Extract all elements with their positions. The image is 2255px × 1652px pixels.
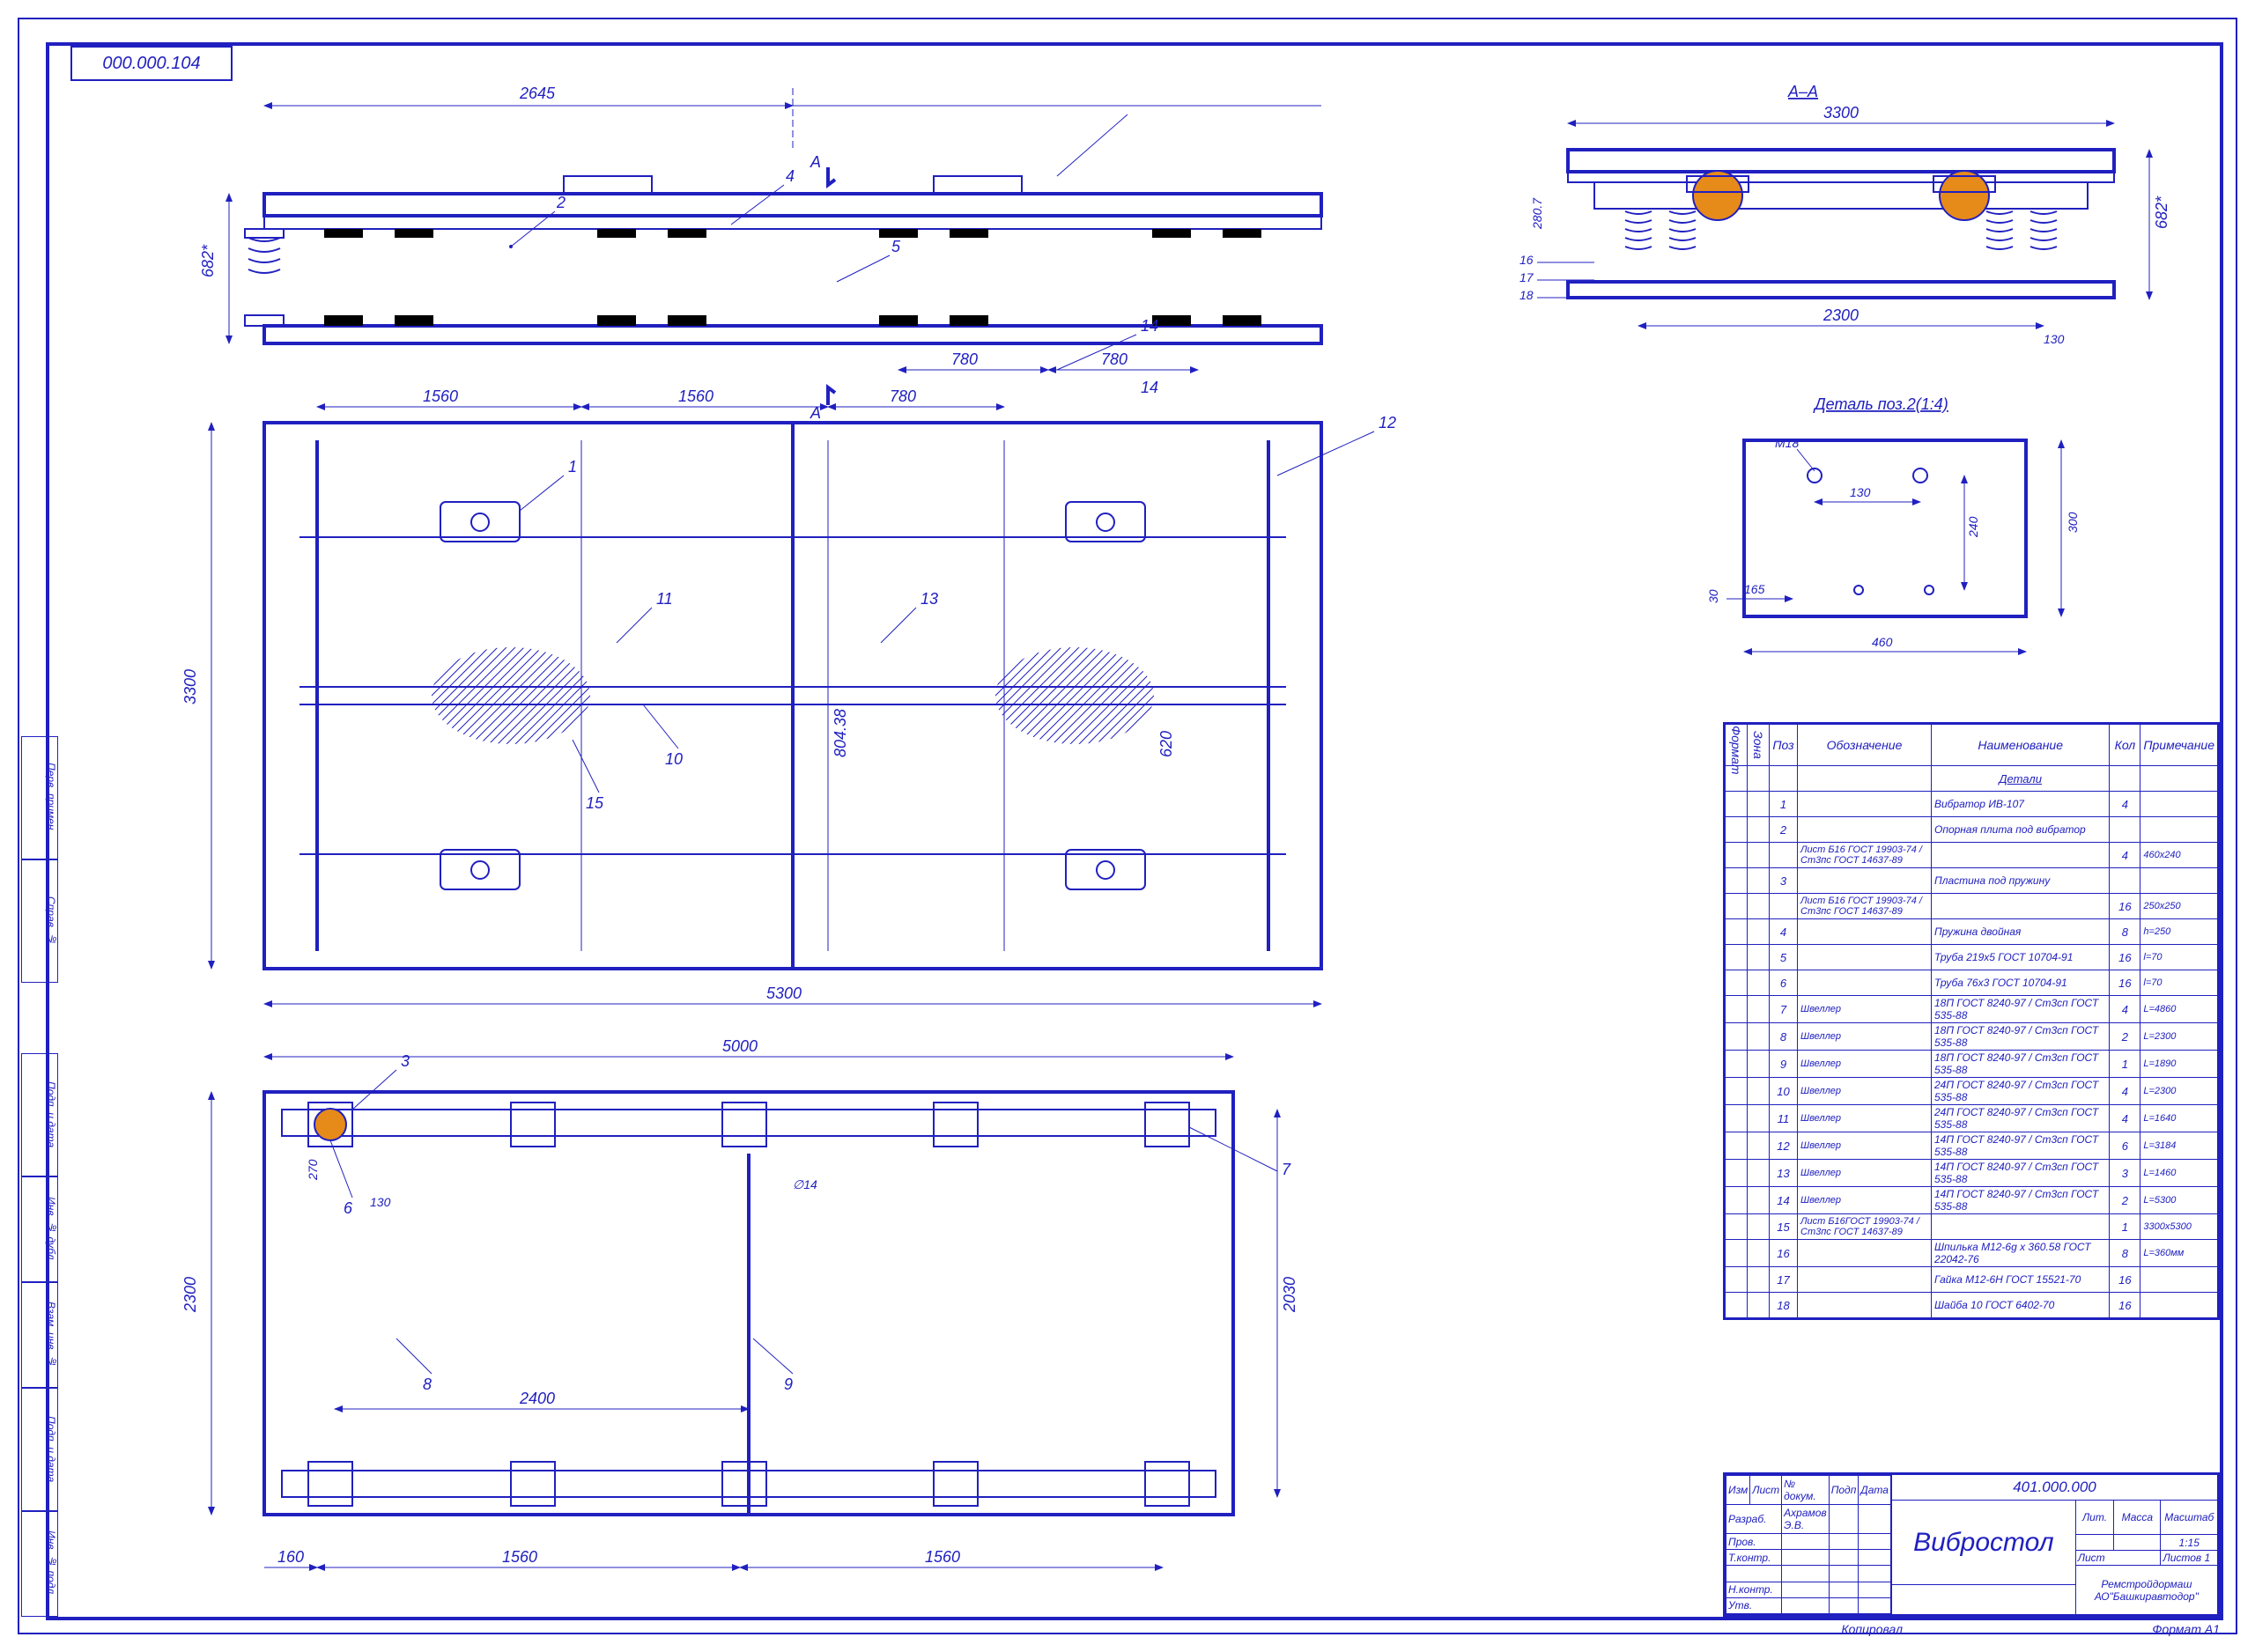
side-label: Подп. и дата <box>21 1388 58 1511</box>
top-side-view: 2645 682* 780 780 А А 2 4 5 14 <box>199 85 1321 422</box>
svg-text:280.7: 280.7 <box>1530 197 1544 230</box>
svg-text:270: 270 <box>306 1159 320 1181</box>
svg-text:780: 780 <box>890 387 916 405</box>
plan-table-view: 1560 1560 780 3300 5300 804.38 620 1 11 … <box>181 387 1396 1004</box>
title-block: ИзмЛист№ докум.ПодпДата Разраб.Ахрамов Э… <box>1723 1472 2220 1617</box>
svg-text:682*: 682* <box>199 244 217 277</box>
svg-text:300: 300 <box>2066 512 2080 533</box>
svg-text:1560: 1560 <box>925 1548 960 1566</box>
svg-text:165: 165 <box>1744 582 1765 596</box>
svg-text:14: 14 <box>1141 317 1158 335</box>
svg-text:620: 620 <box>1157 731 1175 757</box>
svg-text:А–А: А–А <box>1787 83 1818 100</box>
svg-text:М18: М18 <box>1775 436 1799 450</box>
svg-text:460: 460 <box>1872 635 1893 649</box>
svg-text:∅14: ∅14 <box>793 1177 817 1191</box>
svg-text:2300: 2300 <box>1822 306 1859 324</box>
svg-text:1560: 1560 <box>678 387 713 405</box>
svg-text:5300: 5300 <box>766 985 802 1002</box>
bom-table: Формат Зона Поз Обозначение Наименование… <box>1723 722 2220 1320</box>
svg-text:2030: 2030 <box>1281 1277 1298 1313</box>
side-label: Справ. № <box>21 859 58 983</box>
svg-text:12: 12 <box>1379 414 1396 431</box>
svg-text:2400: 2400 <box>519 1390 555 1407</box>
svg-text:240: 240 <box>1966 516 1980 538</box>
svg-text:Деталь поз.2(1:4): Деталь поз.2(1:4) <box>1813 395 1948 413</box>
svg-text:682*: 682* <box>2153 195 2170 229</box>
svg-text:13: 13 <box>920 590 938 608</box>
svg-text:8: 8 <box>423 1375 432 1393</box>
svg-text:3: 3 <box>401 1052 410 1070</box>
drawing-sheet: { "part_number": "000.000.104", "section… <box>0 0 2255 1652</box>
svg-text:30: 30 <box>1706 589 1720 603</box>
side-label: Подп. и дата <box>21 1053 58 1176</box>
side-label: Перв. примен. <box>21 736 58 859</box>
svg-text:5000: 5000 <box>722 1037 758 1055</box>
copied-label: Копировал <box>1841 1622 1903 1636</box>
svg-text:2300: 2300 <box>181 1277 199 1313</box>
svg-text:780: 780 <box>951 350 978 368</box>
svg-text:16: 16 <box>1519 253 1534 267</box>
format-label: Формат А1 <box>2152 1622 2220 1636</box>
side-label: Инв. № дубл. <box>21 1176 58 1282</box>
svg-text:17: 17 <box>1519 270 1534 284</box>
svg-text:11: 11 <box>656 590 673 608</box>
svg-text:15: 15 <box>586 794 604 812</box>
detail-pos2-view: Деталь поз.2(1:4) М18 130 240 300 460 16… <box>1706 395 2080 652</box>
svg-text:3300: 3300 <box>1823 104 1859 122</box>
svg-text:130: 130 <box>370 1195 391 1209</box>
svg-text:18: 18 <box>1519 288 1534 302</box>
svg-text:А: А <box>810 153 821 171</box>
svg-text:804.38: 804.38 <box>832 709 849 757</box>
svg-text:6: 6 <box>344 1199 353 1217</box>
svg-text:5: 5 <box>891 238 901 255</box>
svg-text:4: 4 <box>786 167 795 185</box>
svg-text:130: 130 <box>2044 332 2065 346</box>
side-label: Взам. инв. № <box>21 1282 58 1388</box>
svg-text:1: 1 <box>568 458 577 476</box>
svg-text:3300: 3300 <box>181 669 199 704</box>
svg-text:7: 7 <box>1282 1161 1291 1178</box>
svg-text:14: 14 <box>1141 379 1158 396</box>
svg-text:10: 10 <box>665 750 683 768</box>
svg-text:1560: 1560 <box>502 1548 537 1566</box>
base-frame-view: 5000 2300 2030 2400 160 1560 1560 270 13… <box>181 1037 1298 1567</box>
svg-text:160: 160 <box>277 1548 304 1566</box>
svg-text:1560: 1560 <box>423 387 458 405</box>
svg-text:130: 130 <box>1850 485 1871 499</box>
side-label: Инв. № подл. <box>21 1511 58 1617</box>
svg-text:9: 9 <box>784 1375 793 1393</box>
svg-text:2: 2 <box>556 194 566 211</box>
svg-text:2645: 2645 <box>519 85 556 102</box>
section-aa-view: А–А 3300 682* 2300 130 280.7 16 17 18 <box>1519 83 2255 346</box>
svg-text:780: 780 <box>1101 350 1128 368</box>
